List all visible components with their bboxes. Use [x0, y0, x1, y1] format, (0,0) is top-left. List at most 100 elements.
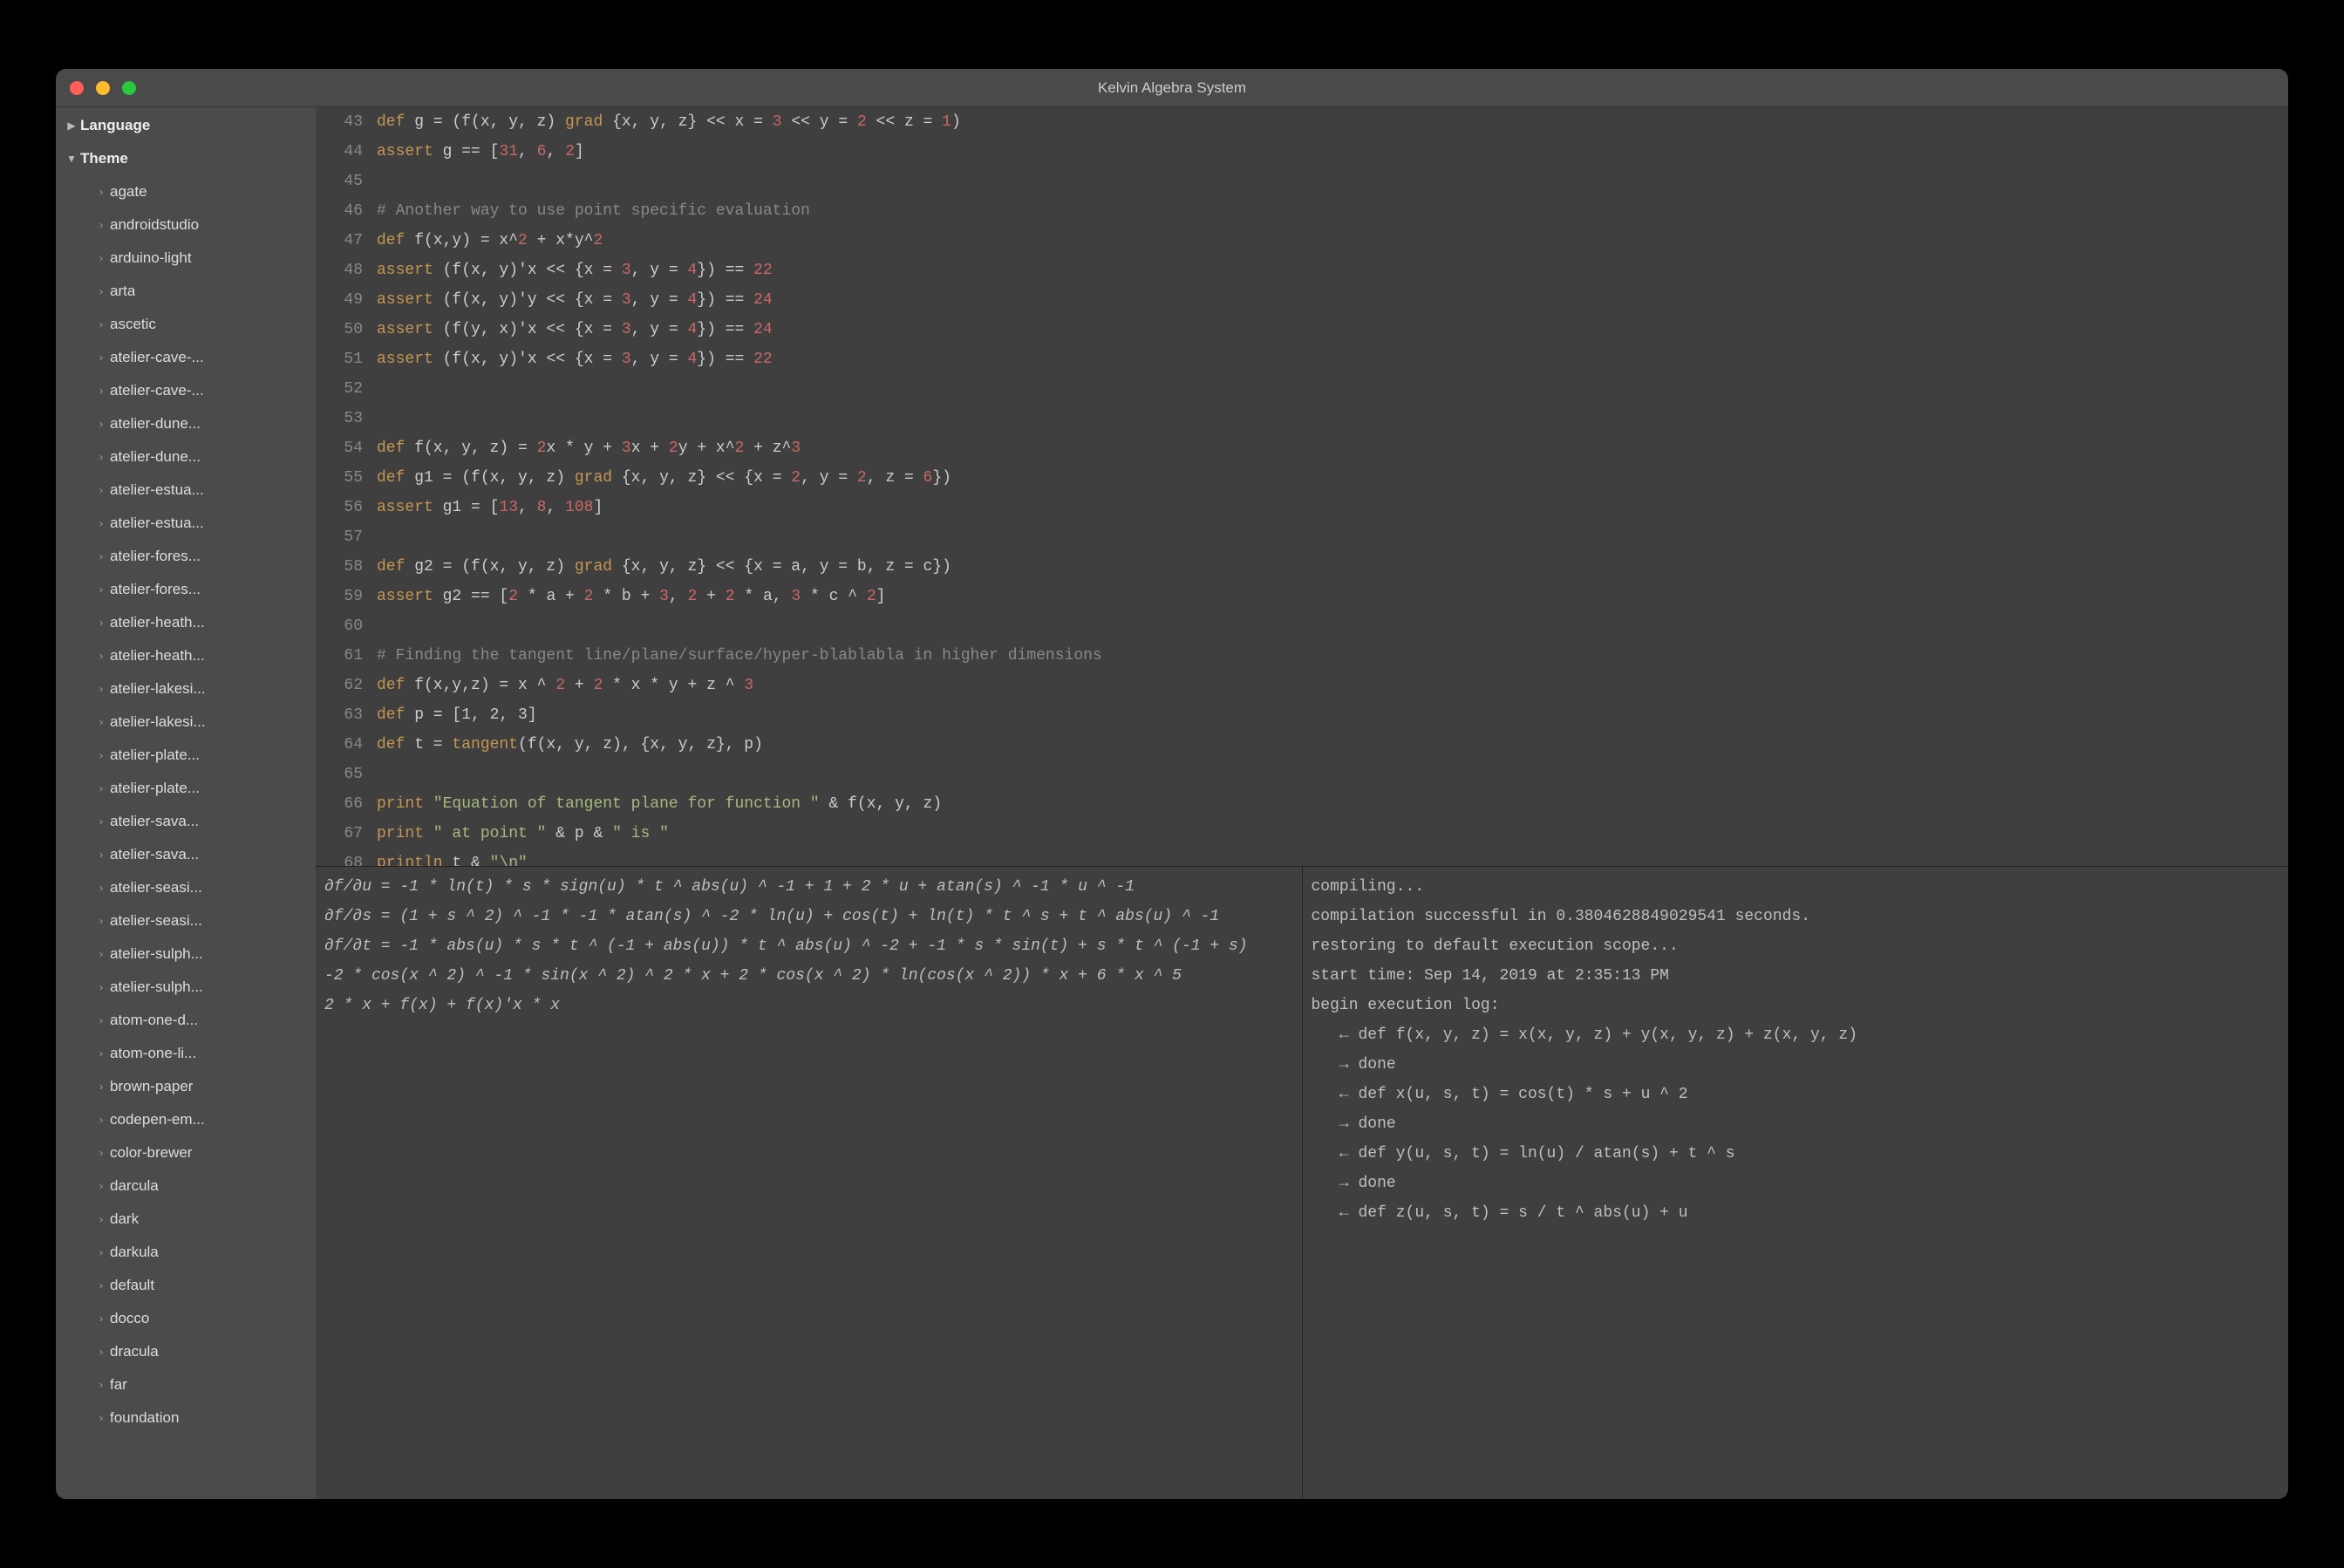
code-area[interactable]: def g = (f(x, y, z) grad {x, y, z} << x …	[377, 107, 2288, 866]
chevron-right-icon: ›	[92, 915, 112, 927]
code-editor[interactable]: 4344454647484950515253545556575859606162…	[316, 107, 2288, 866]
theme-item[interactable]: ›atelier-seasi...	[92, 904, 316, 937]
line-number: 65	[316, 760, 363, 789]
theme-label: atelier-lakesi...	[110, 680, 206, 698]
theme-item[interactable]: ›default	[92, 1269, 316, 1302]
theme-item[interactable]: ›atelier-plate...	[92, 772, 316, 805]
theme-item[interactable]: ›foundation	[92, 1401, 316, 1435]
theme-label: dracula	[110, 1343, 159, 1360]
theme-item[interactable]: ›atelier-fores...	[92, 540, 316, 573]
code-line[interactable]: print "Equation of tangent plane for fun…	[377, 789, 2288, 819]
theme-item[interactable]: ›atelier-lakesi...	[92, 672, 316, 706]
output-left[interactable]: ∂f/∂u = -1 * ln(t) * s * sign(u) * t ^ a…	[316, 867, 1302, 1499]
theme-item[interactable]: ›dark	[92, 1203, 316, 1236]
close-icon[interactable]	[70, 81, 84, 95]
theme-item[interactable]: ›androidstudio	[92, 208, 316, 242]
zoom-icon[interactable]	[122, 81, 136, 95]
chevron-right-icon: ›	[92, 1379, 112, 1391]
theme-item[interactable]: ›atelier-fores...	[92, 573, 316, 606]
code-line[interactable]	[377, 404, 2288, 433]
theme-item[interactable]: ›atelier-sulph...	[92, 971, 316, 1004]
theme-item[interactable]: ›atelier-sava...	[92, 838, 316, 871]
line-number: 66	[316, 789, 363, 819]
chevron-right-icon: ›	[92, 1014, 112, 1026]
code-line[interactable]	[377, 522, 2288, 552]
theme-item[interactable]: ›color-brewer	[92, 1136, 316, 1169]
theme-item[interactable]: ›atelier-dune...	[92, 440, 316, 474]
code-line[interactable]: assert (f(y, x)'x << {x = 3, y = 4}) == …	[377, 315, 2288, 344]
theme-item[interactable]: ›agate	[92, 175, 316, 208]
theme-item[interactable]: ›atelier-seasi...	[92, 871, 316, 904]
chevron-right-icon: ›	[92, 285, 112, 297]
code-line[interactable]: # Another way to use point specific eval…	[377, 196, 2288, 226]
code-line[interactable]: def f(x,y,z) = x ^ 2 + 2 * x * y + z ^ 3	[377, 671, 2288, 700]
theme-item[interactable]: ›atom-one-d...	[92, 1004, 316, 1037]
theme-item[interactable]: ›arta	[92, 275, 316, 308]
theme-item[interactable]: ›atelier-heath...	[92, 606, 316, 639]
line-number: 49	[316, 285, 363, 315]
code-line[interactable]	[377, 760, 2288, 789]
theme-item[interactable]: ›darcula	[92, 1169, 316, 1203]
chevron-right-icon: ›	[92, 186, 112, 198]
chevron-right-icon: ›	[92, 418, 112, 430]
chevron-right-icon: ›	[92, 650, 112, 662]
code-line[interactable]: assert (f(x, y)'y << {x = 3, y = 4}) == …	[377, 285, 2288, 315]
code-line[interactable]: assert g1 = [13, 8, 108]	[377, 493, 2288, 522]
theme-item[interactable]: ›atelier-cave-...	[92, 374, 316, 407]
theme-item[interactable]: ›atelier-sulph...	[92, 937, 316, 971]
chevron-right-icon: ›	[92, 385, 112, 397]
code-line[interactable]: def g1 = (f(x, y, z) grad {x, y, z} << {…	[377, 463, 2288, 493]
code-line[interactable]: def f(x, y, z) = 2x * y + 3x + 2y + x^2 …	[377, 433, 2288, 463]
theme-item[interactable]: ›arduino-light	[92, 242, 316, 275]
output-right[interactable]: compiling...compilation successful in 0.…	[1302, 867, 2289, 1499]
code-line[interactable]	[377, 611, 2288, 641]
code-line[interactable]: # Finding the tangent line/plane/surface…	[377, 641, 2288, 671]
line-number: 67	[316, 819, 363, 849]
chevron-right-icon: ›	[92, 550, 112, 562]
theme-item[interactable]: ›codepen-em...	[92, 1103, 316, 1136]
theme-label: codepen-em...	[110, 1111, 205, 1128]
code-line[interactable]: def p = [1, 2, 3]	[377, 700, 2288, 730]
code-line[interactable]: assert (f(x, y)'x << {x = 3, y = 4}) == …	[377, 344, 2288, 374]
theme-item[interactable]: ›atelier-heath...	[92, 639, 316, 672]
theme-item[interactable]: ›darkula	[92, 1236, 316, 1269]
chevron-right-icon: ›	[92, 1346, 112, 1358]
line-number: 61	[316, 641, 363, 671]
code-line[interactable]: println t & "\n"	[377, 849, 2288, 866]
theme-item[interactable]: ›atom-one-li...	[92, 1037, 316, 1070]
theme-item[interactable]: ›atelier-estua...	[92, 507, 316, 540]
theme-item[interactable]: ›dracula	[92, 1335, 316, 1368]
theme-label: color-brewer	[110, 1144, 192, 1162]
tree-root-theme[interactable]: ▼Theme	[63, 142, 316, 175]
code-line[interactable]	[377, 374, 2288, 404]
code-line[interactable]: def g2 = (f(x, y, z) grad {x, y, z} << {…	[377, 552, 2288, 582]
theme-item[interactable]: ›atelier-estua...	[92, 474, 316, 507]
theme-item[interactable]: ›atelier-plate...	[92, 739, 316, 772]
code-line[interactable]: assert g == [31, 6, 2]	[377, 137, 2288, 167]
code-line[interactable]: def f(x,y) = x^2 + x*y^2	[377, 226, 2288, 256]
sidebar[interactable]: ▶Language▼Theme›agate›androidstudio›ardu…	[56, 107, 316, 1499]
code-line[interactable]: assert (f(x, y)'x << {x = 3, y = 4}) == …	[377, 256, 2288, 285]
line-number: 68	[316, 849, 363, 866]
code-line[interactable]: print " at point " & p & " is "	[377, 819, 2288, 849]
theme-item[interactable]: ›atelier-cave-...	[92, 341, 316, 374]
theme-item[interactable]: ›atelier-lakesi...	[92, 706, 316, 739]
theme-item[interactable]: ›brown-paper	[92, 1070, 316, 1103]
code-line[interactable]: assert g2 == [2 * a + 2 * b + 3, 2 + 2 *…	[377, 582, 2288, 611]
chevron-right-icon: ›	[92, 1047, 112, 1060]
chevron-right-icon: ›	[92, 749, 112, 761]
code-line[interactable]	[377, 167, 2288, 196]
chevron-right-icon: ›	[92, 815, 112, 828]
code-line[interactable]: def t = tangent(f(x, y, z), {x, y, z}, p…	[377, 730, 2288, 760]
theme-item[interactable]: ›ascetic	[92, 308, 316, 341]
line-number: 57	[316, 522, 363, 552]
output-line: ∂f/∂s = (1 + s ^ 2) ^ -1 * -1 * atan(s) …	[324, 902, 1293, 931]
minimize-icon[interactable]	[96, 81, 110, 95]
tree-root-language[interactable]: ▶Language	[63, 109, 316, 142]
tree-root-label: Theme	[80, 150, 128, 167]
theme-item[interactable]: ›docco	[92, 1302, 316, 1335]
code-line[interactable]: def g = (f(x, y, z) grad {x, y, z} << x …	[377, 107, 2288, 137]
theme-item[interactable]: ›atelier-dune...	[92, 407, 316, 440]
theme-item[interactable]: ›far	[92, 1368, 316, 1401]
theme-item[interactable]: ›atelier-sava...	[92, 805, 316, 838]
